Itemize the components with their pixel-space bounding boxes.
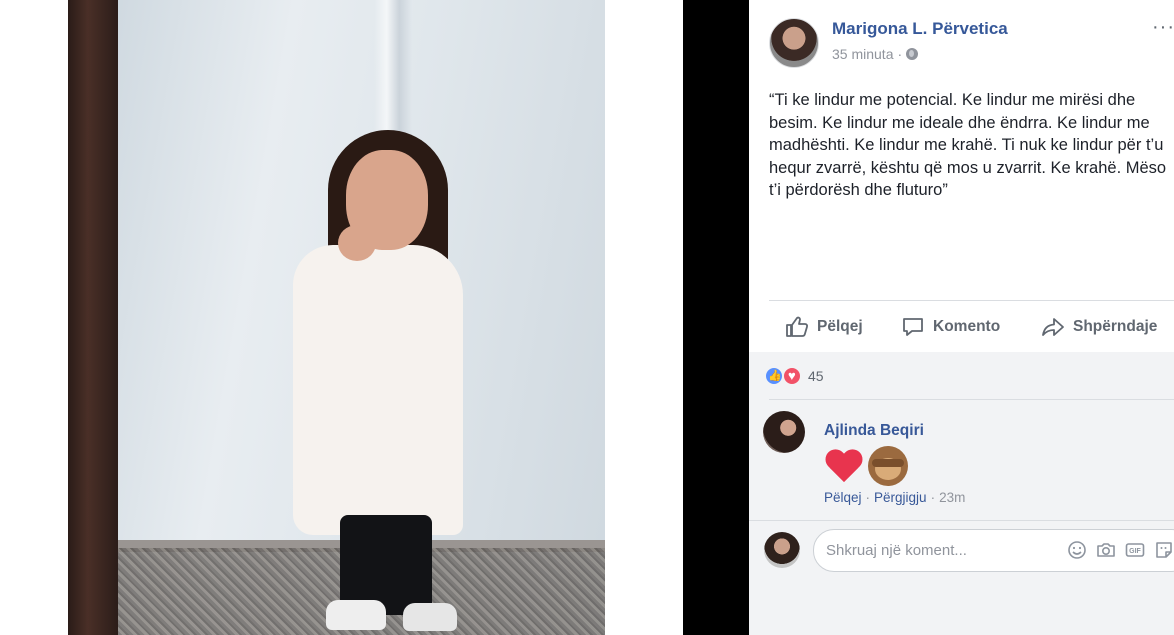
camera-icon[interactable] bbox=[1096, 540, 1116, 560]
comment-reply-link[interactable]: Përgjigju bbox=[874, 490, 927, 505]
photo-doorframe bbox=[68, 0, 118, 635]
share-arrow-icon bbox=[1042, 318, 1064, 336]
post-meta: 35 minuta · bbox=[832, 46, 919, 62]
photo-person bbox=[278, 125, 478, 635]
sticker-icon[interactable] bbox=[1154, 540, 1174, 560]
actions-top-divider bbox=[769, 300, 1174, 301]
thumbs-up-icon bbox=[786, 316, 809, 337]
comment-bubble-icon bbox=[903, 318, 923, 336]
photo-shoe-left bbox=[326, 600, 386, 630]
commenter-name[interactable]: Ajlinda Beqiri bbox=[824, 422, 924, 440]
commenter-avatar[interactable] bbox=[763, 411, 805, 453]
public-globe-icon[interactable] bbox=[906, 48, 919, 60]
love-reaction-icon bbox=[782, 366, 802, 386]
reactions-divider bbox=[769, 399, 1174, 400]
comment-label: Komento bbox=[933, 318, 1001, 335]
photo-shirt bbox=[293, 245, 463, 535]
emoji-icon[interactable] bbox=[1067, 540, 1087, 560]
meta-separator: · bbox=[897, 46, 903, 62]
current-user-avatar bbox=[764, 532, 800, 568]
viewer-gutter bbox=[683, 0, 749, 635]
comment-actions: Pëlqej · Përgjigju · 23m bbox=[824, 490, 965, 505]
like-reaction-icon bbox=[764, 366, 784, 386]
share-label: Shpërndaje bbox=[1073, 318, 1158, 335]
photo-area bbox=[0, 0, 683, 635]
comment-separator: · bbox=[930, 490, 936, 505]
like-label: Pëlqej bbox=[817, 318, 863, 335]
composer-divider bbox=[749, 520, 1174, 521]
comment-input-placeholder: Shkruaj një koment... bbox=[826, 542, 967, 559]
comment-body bbox=[824, 446, 908, 486]
photo-hand bbox=[338, 225, 376, 261]
comments-section: 45 Ajlinda Beqiri Pëlqej · Përgjigju · 2… bbox=[749, 352, 1174, 635]
author-avatar[interactable] bbox=[769, 18, 819, 68]
gif-icon[interactable]: GIF bbox=[1125, 540, 1145, 560]
comment-time[interactable]: 23m bbox=[939, 490, 965, 505]
more-options-icon[interactable]: ··· bbox=[1152, 16, 1174, 39]
svg-text:GIF: GIF bbox=[1129, 548, 1141, 555]
comment-button[interactable]: Komento bbox=[901, 313, 1000, 341]
photo-shoe-right bbox=[403, 603, 457, 631]
comment-separator: · bbox=[865, 490, 871, 505]
comment-input[interactable]: Shkruaj një koment... GIF bbox=[813, 529, 1174, 572]
author-name[interactable]: Marigona L. Përvetica bbox=[832, 19, 1008, 39]
reaction-count: 45 bbox=[808, 368, 824, 384]
composer-tools: GIF bbox=[1067, 540, 1174, 560]
post-caption: “Ti ke lindur me potencial. Ke lindur me… bbox=[769, 91, 1167, 199]
facebook-photo-viewer: Marigona L. Përvetica 35 minuta · ··· “T… bbox=[0, 0, 1174, 635]
post-side-panel: Marigona L. Përvetica 35 minuta · ··· “T… bbox=[749, 0, 1174, 635]
post-photo[interactable] bbox=[68, 0, 605, 635]
post-time[interactable]: 35 minuta bbox=[832, 46, 893, 62]
see-no-evil-monkey-icon bbox=[868, 446, 908, 486]
reactions-summary[interactable]: 45 bbox=[764, 366, 824, 386]
share-button[interactable]: Shpërndaje bbox=[1041, 313, 1157, 341]
heart-emoji-icon bbox=[824, 446, 864, 486]
like-button[interactable]: Pëlqej bbox=[785, 313, 863, 341]
comment-like-link[interactable]: Pëlqej bbox=[824, 490, 862, 505]
